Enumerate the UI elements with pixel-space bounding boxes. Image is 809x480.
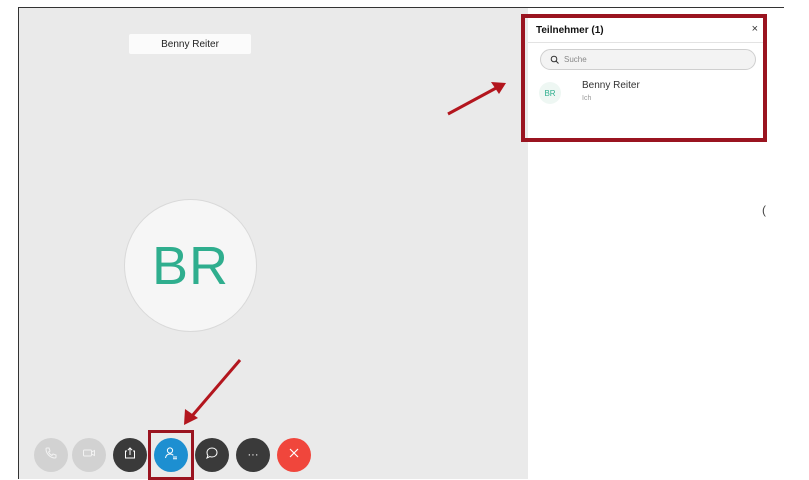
chat-icon (204, 445, 220, 466)
edge-glyph: ( (762, 203, 766, 217)
share-icon (122, 445, 138, 466)
camera-icon (81, 445, 97, 466)
speaker-avatar: BR (124, 199, 257, 332)
panel-highlight (521, 14, 767, 142)
more-button[interactable]: ··· (236, 438, 270, 472)
phone-icon (43, 445, 59, 466)
video-button[interactable] (72, 438, 106, 472)
audio-button[interactable] (34, 438, 68, 472)
video-stage: Benny Reiter BR (19, 8, 528, 479)
close-icon (286, 445, 302, 466)
speaker-name-label: Benny Reiter (129, 34, 251, 54)
share-button[interactable] (113, 438, 147, 472)
leave-button[interactable] (277, 438, 311, 472)
more-icon: ··· (247, 449, 259, 461)
participants-button-highlight (148, 430, 194, 480)
chat-button[interactable] (195, 438, 229, 472)
